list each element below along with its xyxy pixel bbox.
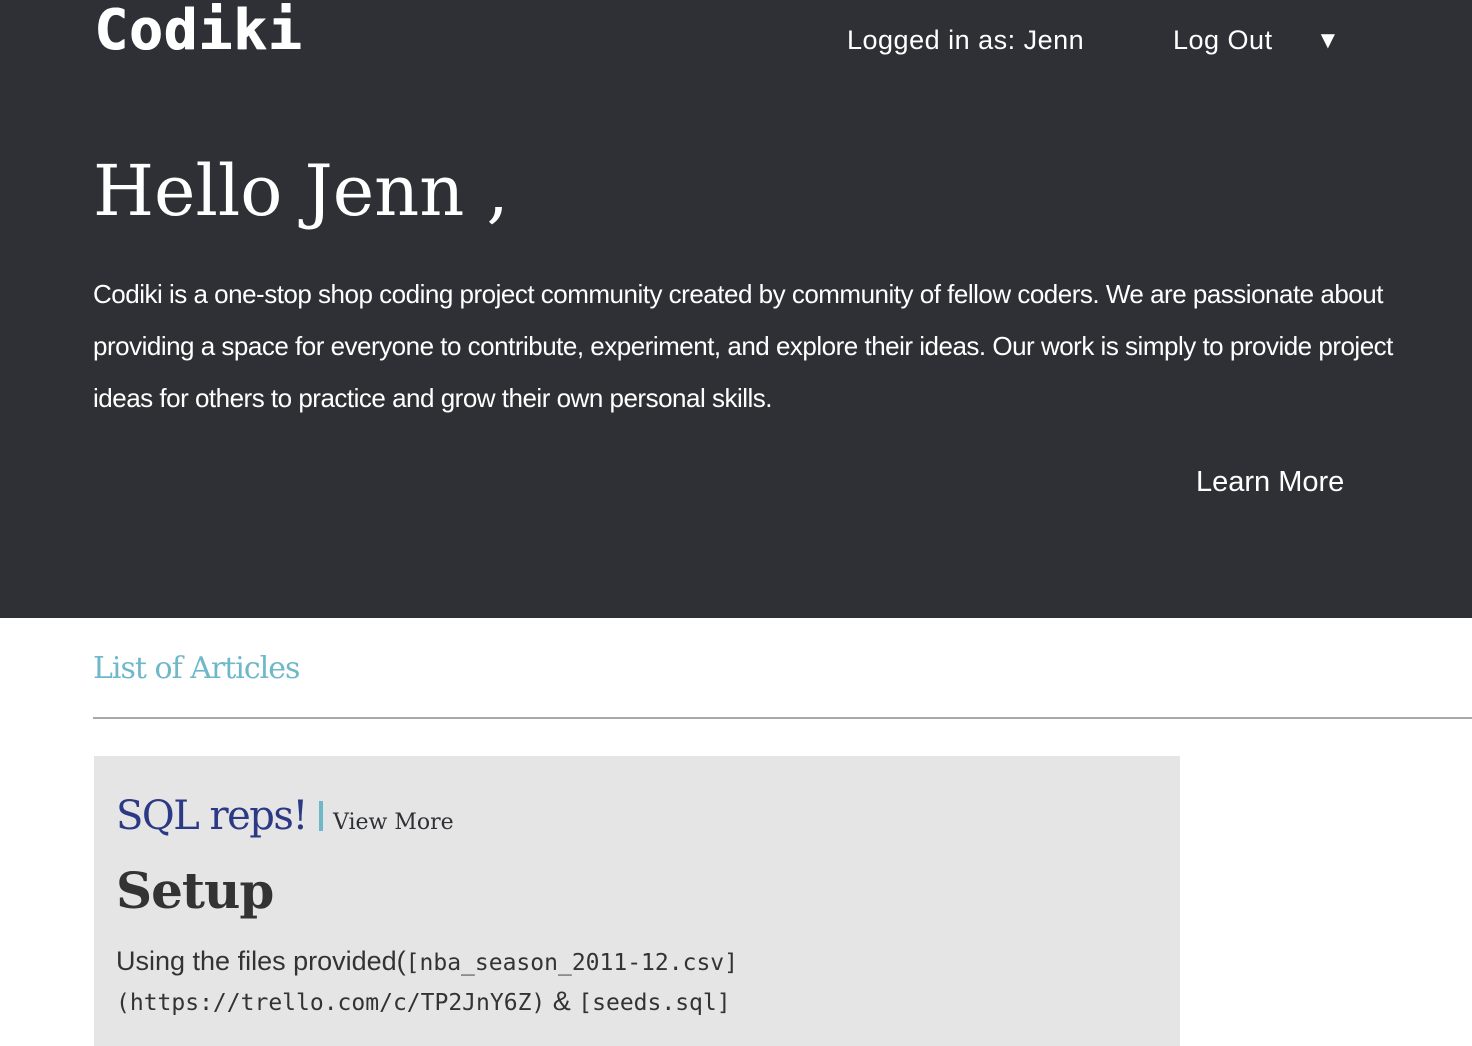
excerpt-code-file: [nba_season_2011-12.csv]: [405, 950, 738, 976]
excerpt-code-seeds: [seeds.sql]: [578, 990, 731, 1016]
article-title-row: SQL reps! View More: [116, 790, 454, 849]
greeting-heading: Hello Jenn ,: [93, 150, 509, 232]
learn-more-link[interactable]: Learn More: [1196, 462, 1344, 502]
article-title-link[interactable]: SQL reps!: [116, 793, 308, 839]
excerpt-code-url: (https://trello.com/c/TP2JnY6Z): [116, 990, 546, 1016]
dropdown-caret-icon[interactable]: ▼: [1316, 22, 1340, 60]
section-divider: [93, 717, 1472, 719]
hero-banner: Codiki Logged in as: Jenn Log Out ▼ Hell…: [0, 0, 1472, 618]
logout-link[interactable]: Log Out: [1173, 22, 1273, 58]
view-more-link[interactable]: View More: [333, 810, 454, 835]
article-heading: Setup: [116, 861, 274, 920]
excerpt-text: Using the files provided(: [116, 946, 406, 976]
logged-in-status: Logged in as: Jenn: [847, 25, 1085, 55]
site-logo[interactable]: Codiki: [94, 0, 302, 62]
excerpt-ampersand: &: [545, 986, 579, 1016]
articles-section-title: List of Articles: [93, 651, 300, 686]
article-card: SQL reps! View More Setup Using the files…: [94, 756, 1180, 1046]
title-separator: [318, 801, 323, 831]
intro-paragraph: Codiki is a one-stop shop coding project…: [93, 279, 1393, 413]
article-excerpt: Using the files provided([nba_season_201…: [116, 942, 876, 1022]
